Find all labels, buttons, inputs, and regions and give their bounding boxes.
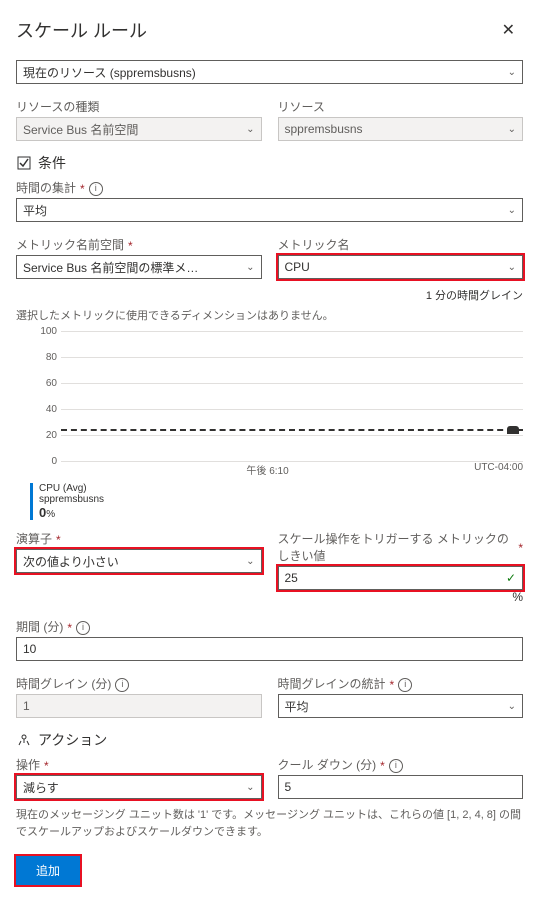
close-icon[interactable]: ✕ (494, 16, 523, 44)
threshold-input[interactable]: 25 ✓ (278, 566, 524, 590)
chevron-down-icon: ⌄ (508, 67, 516, 78)
duration-input[interactable]: 10 (16, 637, 523, 661)
action-section-title: アクション (38, 730, 107, 750)
time-agg-select[interactable]: 平均 ⌄ (16, 198, 523, 222)
check-icon: ✓ (506, 571, 516, 585)
info-icon[interactable]: i (389, 759, 403, 773)
time-grain-stat-label: 時間グレインの統計 (278, 675, 386, 692)
footer-note: 現在のメッセージング ユニット数は '1' です。メッセージング ユニットは、こ… (16, 807, 523, 840)
time-grain-note: 1 分の時間グレイン (16, 287, 523, 303)
resource-scope-value: 現在のリソース (sppremsbusns) (23, 64, 196, 81)
chevron-down-icon: ⌄ (508, 262, 516, 273)
chevron-down-icon: ⌄ (246, 782, 254, 793)
cpu-chart: 100 80 60 40 20 0 午後 6:10 UTC-04:00 (32, 331, 523, 461)
chart-legend: CPU (Avg) sppremsbusns 0% (30, 483, 523, 520)
info-icon[interactable]: i (89, 182, 103, 196)
dimension-note: 選択したメトリックに使用できるディメンションはありません。 (16, 307, 523, 323)
operator-select[interactable]: 次の値より小さい ⌄ (16, 549, 262, 573)
time-grain-input: 1 (16, 694, 262, 718)
chevron-down-icon: ⌄ (508, 701, 516, 712)
metric-name-label: メトリック名 (278, 236, 524, 253)
cooldown-input[interactable]: 5 (278, 775, 524, 799)
metric-name-select[interactable]: CPU ⌄ (278, 255, 524, 279)
data-blip (507, 426, 519, 434)
metric-ns-select[interactable]: Service Bus 名前空間の標準メ… ⌄ (16, 255, 262, 279)
time-grain-stat-select[interactable]: 平均 ⌄ (278, 694, 524, 718)
resource-scope-select[interactable]: 現在のリソース (sppremsbusns) ⌄ (16, 60, 523, 84)
operator-label: 演算子 (16, 530, 52, 547)
time-agg-label: 時間の集計 (16, 179, 76, 196)
page-title: スケール ルール (16, 17, 147, 43)
info-icon[interactable]: i (115, 678, 129, 692)
criteria-icon (16, 155, 32, 171)
resource-select: sppremsbusns ⌄ (278, 117, 524, 141)
chevron-down-icon: ⌄ (508, 124, 516, 135)
action-icon (16, 732, 32, 748)
info-icon[interactable]: i (398, 678, 412, 692)
chevron-down-icon: ⌄ (246, 124, 254, 135)
resource-type-select: Service Bus 名前空間 ⌄ (16, 117, 262, 141)
operation-select[interactable]: 減らす ⌄ (16, 775, 262, 799)
cooldown-label: クール ダウン (分) (278, 756, 377, 773)
threshold-line (61, 429, 523, 431)
time-grain-label: 時間グレイン (分) (16, 675, 111, 692)
metric-ns-label: メトリック名前空間 (16, 236, 124, 253)
info-icon[interactable]: i (76, 621, 90, 635)
chevron-down-icon: ⌄ (508, 205, 516, 216)
chevron-down-icon: ⌄ (246, 556, 254, 567)
chevron-down-icon: ⌄ (246, 262, 254, 273)
criteria-section-title: 条件 (38, 153, 66, 173)
resource-label: リソース (278, 98, 524, 115)
add-button[interactable]: 追加 (16, 856, 80, 885)
operation-label: 操作 (16, 756, 40, 773)
duration-label: 期間 (分) (16, 618, 63, 635)
resource-type-label: リソースの種類 (16, 98, 262, 115)
threshold-label: スケール操作をトリガーする メトリックのしきい値 (278, 530, 515, 564)
